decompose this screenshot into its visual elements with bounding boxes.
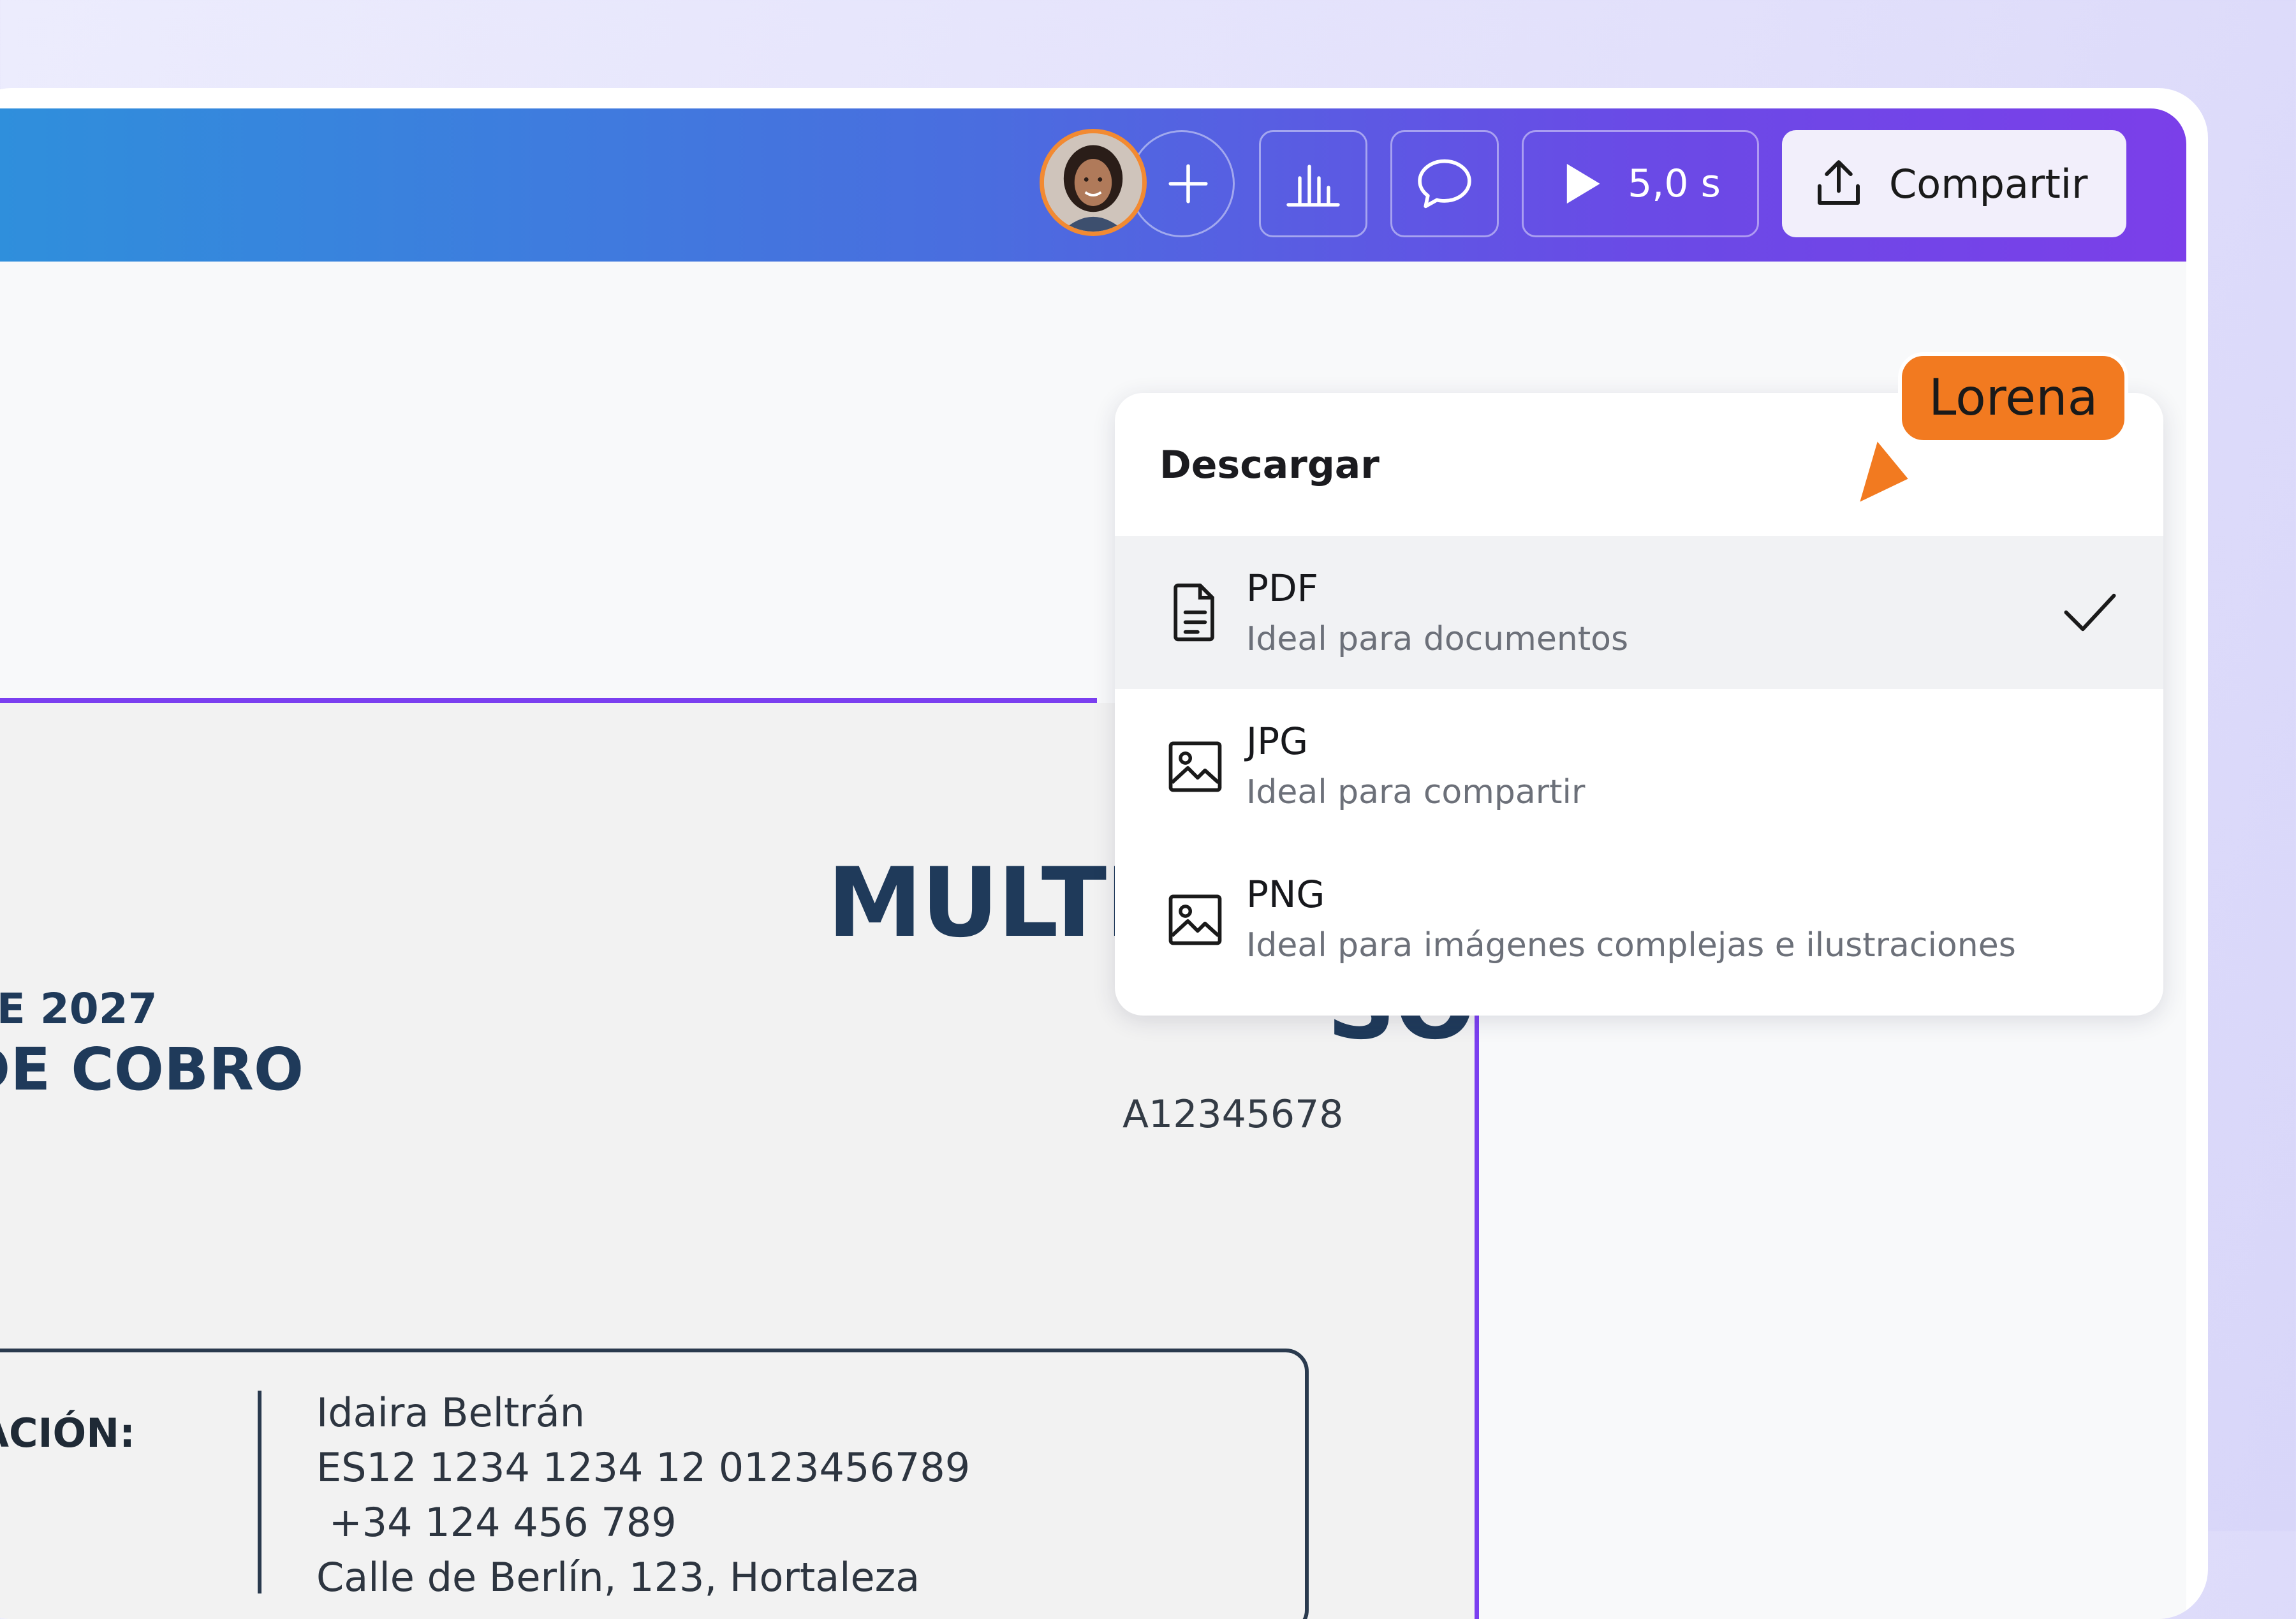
upload-icon [1818,160,1860,205]
image-icon [1168,741,1222,792]
image-icon [1168,894,1222,945]
info-label: : [0,1516,135,1571]
option-description: Ideal para documentos [1246,620,1629,658]
info-value-phone: +34 124 456 789 [316,1499,677,1546]
timer-label: 5,0 s [1628,161,1721,206]
page-selection-edge [0,698,1097,703]
editor-frame: 5,0 s Compartir MULTINACIO SO DE 2027 DE… [0,108,2186,1619]
document-type[interactable]: DE COBRO [0,1035,304,1105]
download-option-jpg[interactable]: JPG Ideal para compartir [1115,689,2163,842]
option-name: PDF [1246,566,1318,610]
option-name: JPG [1246,720,1309,763]
info-value-address: Calle de Berlín, 123, Hortaleza [316,1554,920,1601]
share-button[interactable]: Compartir [1782,130,2126,237]
info-divider [258,1391,261,1593]
info-value-iban: ES12 1234 1234 12 0123456789 [316,1444,971,1491]
avatar[interactable] [1040,129,1147,236]
download-menu-title: Descargar [1159,443,1380,487]
share-label: Compartir [1889,160,2088,207]
app-window: 5,0 s Compartir MULTINACIO SO DE 2027 DE… [0,88,2208,1619]
info-label: ACIÓN: [0,1410,135,1456]
bar-chart-icon [1286,165,1340,207]
option-name: PNG [1246,873,1325,916]
info-values: Idaira Beltrán ES12 1234 1234 12 0123456… [316,1352,970,1605]
payment-info-box[interactable]: ACIÓN: : : Idaira Beltrán ES12 1234 1234… [0,1349,1309,1619]
checkmark-icon [2064,593,2116,632]
option-description: Ideal para compartir [1246,773,1586,811]
info-value-name: Idaira Beltrán [316,1389,585,1436]
option-description: Ideal para imágenes complejas e ilustrac… [1246,926,2016,965]
info-label: : [0,1461,135,1516]
insights-button[interactable] [1259,130,1367,237]
download-option-png[interactable]: PNG Ideal para imágenes complejas e ilus… [1115,842,2163,995]
play-icon [1566,163,1600,204]
comment-icon [1418,159,1471,209]
info-labels: ACIÓN: : : [0,1406,135,1571]
comment-button[interactable] [1390,130,1499,237]
collaborator-cursor-icon [1853,434,1915,509]
document-icon [1174,583,1214,642]
download-menu: Descargar PDF Ideal para documentos JPG … [1115,393,2163,1016]
document-date[interactable]: DE 2027 [0,984,158,1035]
present-button[interactable]: 5,0 s [1522,130,1759,237]
collaborator-name-tag: Lorena [1898,352,2129,444]
download-option-pdf[interactable]: PDF Ideal para documentos [1115,536,2163,689]
plus-icon [1168,164,1208,203]
user-photo [1044,133,1142,232]
tax-id[interactable]: A12345678 [1122,1092,1343,1137]
top-toolbar: 5,0 s Compartir [0,108,2186,262]
